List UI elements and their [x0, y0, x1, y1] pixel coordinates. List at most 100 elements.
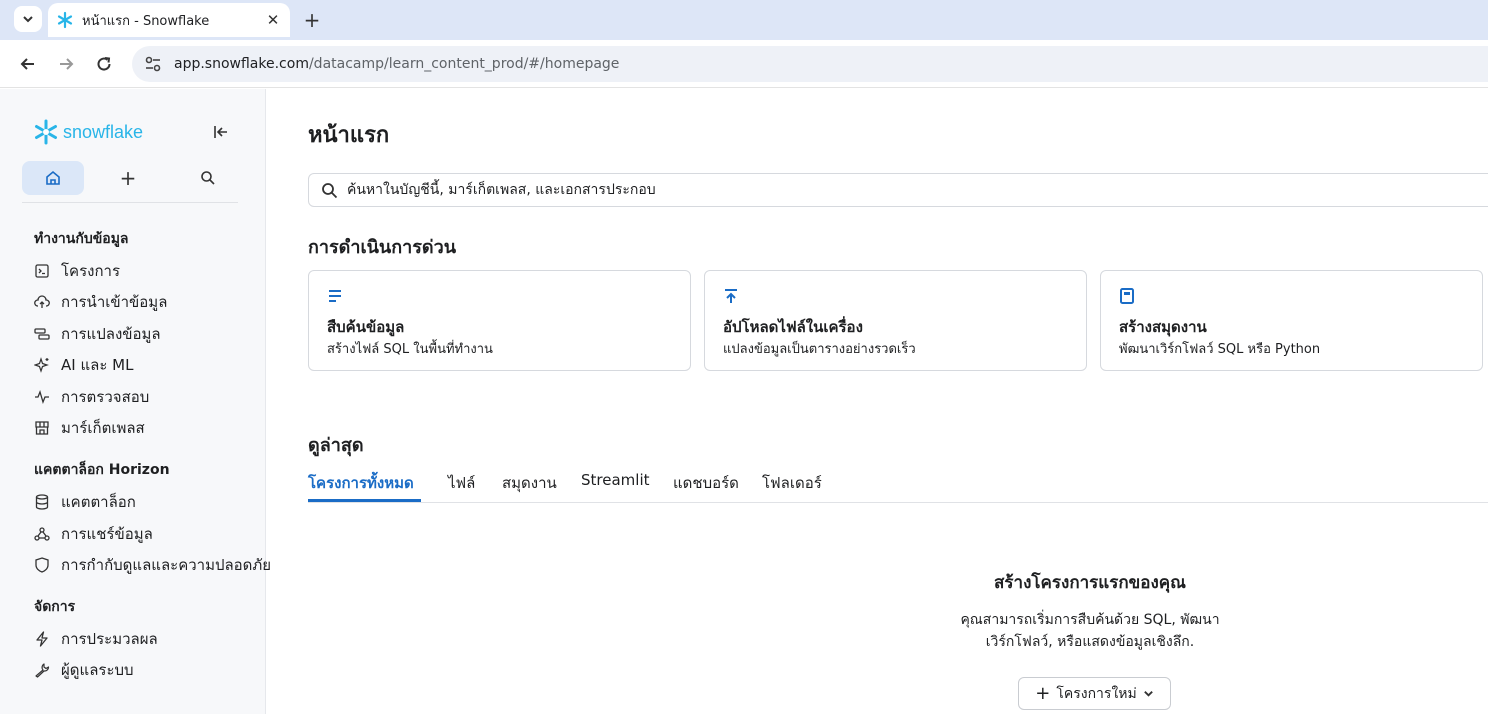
quick-action-subtitle: แปลงข้อมูลเป็นตารางอย่างรวดเร็ว [723, 342, 916, 357]
sidebar-item-data-sharing[interactable]: การแชร์ข้อมูล [34, 520, 266, 548]
quick-action-title: สร้างสมุดงาน [1119, 318, 1207, 336]
active-tab-indicator [308, 499, 421, 502]
store-icon [34, 420, 50, 436]
chevron-down-icon [23, 16, 33, 23]
sidebar-item-label: การกำกับดูแลและความปลอดภัย [61, 556, 272, 574]
empty-state-line-2: เวิร์กโฟลว์, หรือแสดงข้อมูลเชิงลึก. [985, 634, 1195, 650]
browser-tab[interactable]: หน้าแรก - Snowflake ✕ [48, 3, 290, 37]
sidebar-item-ingestion[interactable]: การนำเข้าข้อมูล [34, 288, 266, 316]
sidebar-item-label: การประมวลผล [61, 630, 158, 648]
reload-icon [97, 57, 111, 71]
quick-action-subtitle: พัฒนาเวิร์กโฟลว์ SQL หรือ Python [1119, 342, 1321, 357]
global-search-input[interactable]: ค้นหาในบัญชีนี้, มาร์เก็ตเพลส, และเอกสาร… [308, 173, 1488, 207]
transform-icon [34, 326, 50, 342]
empty-state-line-1: คุณสามารถเริ่มการสืบค้นด้วย SQL, พัฒนา [960, 612, 1220, 628]
sidebar-item-label: การตรวจสอบ [61, 388, 150, 406]
tab-files[interactable]: ไฟล์ [448, 471, 475, 495]
section-title-manage: จัดการ [34, 599, 76, 615]
snowflake-favicon-icon [56, 11, 74, 29]
plus-icon: + [1035, 683, 1051, 704]
sidebar-search-button[interactable] [196, 166, 220, 190]
search-placeholder: ค้นหาในบัญชีนี้, มาร์เก็ตเพลส, และเอกสาร… [347, 182, 656, 198]
logo-text: snowflake [63, 121, 144, 142]
url-text: app.snowflake.com/datacamp/learn_content… [174, 56, 619, 72]
quick-action-create-notebook[interactable]: สร้างสมุดงาน พัฒนาเวิร์กโฟลว์ SQL หรือ P… [1100, 270, 1483, 371]
shield-icon [34, 557, 50, 573]
search-icon [321, 181, 339, 199]
browser-toolbar: app.snowflake.com/datacamp/learn_content… [0, 40, 1488, 88]
quick-actions-title: การดำเนินการด่วน [308, 237, 457, 258]
address-bar[interactable]: app.snowflake.com/datacamp/learn_content… [132, 46, 1488, 82]
sidebar-item-compute[interactable]: การประมวลผล [34, 625, 266, 653]
sidebar-item-label: AI และ ML [61, 356, 134, 374]
chevron-down-icon [1143, 688, 1154, 699]
arrow-right-icon [60, 58, 74, 70]
database-icon [34, 494, 50, 510]
tab-streamlit[interactable]: Streamlit [581, 471, 650, 489]
site-settings-icon[interactable] [144, 55, 162, 73]
section-title-work-with-data: ทำงานกับข้อมูล [34, 231, 129, 247]
sidebar-item-projects[interactable]: โครงการ [34, 257, 266, 285]
sidebar-item-marketplace[interactable]: มาร์เก็ตเพลส [34, 414, 266, 442]
new-tab-button[interactable]: + [300, 8, 324, 32]
sidebar-item-label: การแปลงข้อมูล [61, 325, 161, 343]
sidebar-item-ai-ml[interactable]: AI และ ML [34, 351, 266, 379]
snowflake-logo[interactable]: snowflake [33, 119, 143, 145]
sidebar-item-label: แคตตาล็อก [61, 493, 136, 511]
sidebar-top-actions: + [22, 161, 238, 195]
sidebar-item-transformation[interactable]: การแปลงข้อมูล [34, 320, 266, 348]
plus-icon: + [119, 166, 137, 190]
lines-icon [327, 288, 343, 304]
sidebar: snowflake + ทำงานกับข้อมูล โครงการ การนำ… [0, 89, 271, 714]
sidebar-item-label: โครงการ [61, 262, 121, 280]
create-button[interactable]: + [116, 166, 140, 190]
sidebar-item-label: การนำเข้าข้อมูล [61, 293, 168, 311]
sidebar-item-governance[interactable]: การกำกับดูแลและความปลอดภัย [34, 551, 271, 579]
activity-icon [34, 389, 50, 405]
home-button[interactable] [22, 161, 84, 195]
sidebar-item-monitoring[interactable]: การตรวจสอบ [34, 383, 266, 411]
recent-title: ดูล่าสุด [308, 435, 364, 456]
empty-state-description: คุณสามารถเริ่มการสืบค้นด้วย SQL, พัฒนา เ… [935, 609, 1245, 653]
new-project-label: โครงการใหม่ [1056, 685, 1137, 702]
sidebar-item-catalog[interactable]: แคตตาล็อก [34, 488, 266, 516]
cloud-upload-icon [34, 294, 50, 310]
back-button[interactable] [16, 52, 40, 76]
new-project-button[interactable]: + โครงการใหม่ [1018, 677, 1171, 710]
close-tab-icon[interactable]: ✕ [262, 9, 284, 31]
forward-button[interactable] [54, 52, 78, 76]
quick-action-title: สืบค้นข้อมูล [327, 318, 405, 336]
arrow-left-icon [20, 58, 34, 70]
sidebar-item-label: มาร์เก็ตเพลส [61, 419, 145, 437]
url-path: /datacamp/learn_content_prod/#/homepage [308, 56, 620, 72]
tab-title: หน้าแรก - Snowflake [82, 13, 210, 29]
quick-action-query-data[interactable]: สืบค้นข้อมูล สร้างไฟล์ SQL ในพื้นที่ทำงา… [308, 270, 691, 371]
quick-action-subtitle: สร้างไฟล์ SQL ในพื้นที่ทำงาน [327, 342, 493, 357]
empty-state-title: สร้างโครงการแรกของคุณ [994, 573, 1186, 593]
tab-all-projects[interactable]: โครงการทั้งหมด [308, 471, 414, 495]
url-host: app.snowflake.com [174, 56, 309, 72]
tab-notebooks[interactable]: สมุดงาน [502, 471, 557, 495]
share-icon [34, 526, 50, 542]
wrench-icon [34, 662, 50, 678]
home-icon [46, 170, 60, 185]
browser-tab-bar: หน้าแรก - Snowflake ✕ + [0, 0, 1488, 40]
main-content: หน้าแรก ค้นหาในบัญชีนี้, มาร์เก็ตเพลส, แ… [267, 89, 1488, 714]
snowflake-icon [35, 119, 57, 145]
sidebar-item-label: การแชร์ข้อมูล [61, 525, 153, 543]
lightning-icon [34, 631, 50, 647]
tab-folders[interactable]: โฟลเดอร์ [762, 471, 822, 495]
quick-action-title: อัปโหลดไฟล์ในเครื่อง [723, 318, 863, 336]
tab-list-button[interactable] [14, 6, 42, 32]
tab-dashboards[interactable]: แดชบอร์ด [673, 471, 739, 495]
section-title-horizon-catalog: แคตตาล็อก Horizon [34, 462, 170, 478]
sidebar-item-admin[interactable]: ผู้ดูแลระบบ [34, 656, 266, 684]
page-title: หน้าแรก [308, 123, 390, 148]
notebook-icon [1119, 288, 1135, 304]
reload-button[interactable] [92, 52, 116, 76]
collapse-sidebar-button[interactable] [210, 121, 232, 143]
upload-icon [723, 288, 739, 304]
sidebar-item-label: ผู้ดูแลระบบ [61, 661, 134, 679]
quick-action-upload-file[interactable]: อัปโหลดไฟล์ในเครื่อง แปลงข้อมูลเป็นตาราง… [704, 270, 1087, 371]
recent-tabs: โครงการทั้งหมด ไฟล์ สมุดงาน Streamlit แด… [308, 468, 1488, 503]
